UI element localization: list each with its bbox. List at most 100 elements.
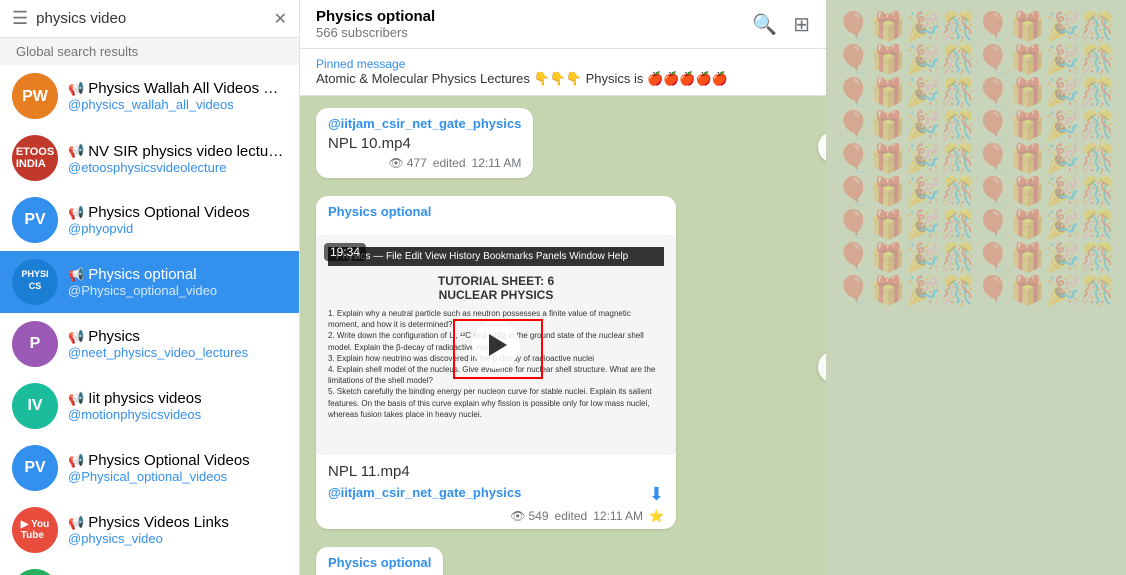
- message-wrapper-2: Physics optional Physics — File Edit Vie…: [316, 196, 810, 537]
- view-count-2: 549: [529, 509, 549, 523]
- message-filename-2: NPL 11.mp4: [328, 463, 664, 480]
- sidebar-item-physics-optional-videos-2[interactable]: PV 📢 Physics Optional Videos @Physical_o…: [0, 437, 299, 499]
- chat-name: Iit physics videos: [88, 390, 201, 407]
- svg-text:PW: PW: [22, 88, 49, 105]
- messages-area[interactable]: @iitjam_csir_net_gate_physics NPL 10.mp4…: [300, 96, 826, 575]
- search-input[interactable]: [36, 10, 265, 27]
- sidebar-item-physics[interactable]: P 📢 Physics @neet_physics_video_lectures: [0, 313, 299, 375]
- chat-name: Physics Videos Links: [88, 514, 229, 531]
- avatar: PW: [12, 73, 58, 119]
- message-views-1: 👁 477: [389, 156, 427, 170]
- message-meta-2: 👁 549 edited 12:11 AM ⭐: [328, 509, 664, 523]
- pinned-message-bar[interactable]: Pinned message Atomic & Molecular Physic…: [300, 49, 826, 96]
- avatar: PV: [12, 445, 58, 491]
- edited-label-1: edited: [433, 156, 466, 170]
- chat-username: @phyopvid: [68, 221, 287, 236]
- eye-icon: 👁: [389, 156, 404, 170]
- message-bubble-1: @iitjam_csir_net_gate_physics NPL 10.mp4…: [316, 108, 533, 178]
- edited-label-2: edited: [555, 509, 588, 523]
- chat-info: 📢 Physics Optional Videos @Physical_opti…: [68, 452, 287, 484]
- avatar: PHYSICS: [12, 259, 58, 305]
- svg-text:PHYSI: PHYSI: [21, 269, 48, 279]
- channel-msg-header-2: Physics optional: [316, 196, 676, 231]
- download-icon-2[interactable]: ⬇: [649, 484, 664, 505]
- video-thumbnail-2: Physics — File Edit View History Bookmar…: [316, 235, 676, 455]
- pinned-text: Atomic & Molecular Physics Lectures 👇👇👇 …: [316, 71, 810, 87]
- sidebar-item-physics-videos[interactable]: ⚛ 📢 Physics Videos 🎬 @physics_videos: [0, 561, 299, 575]
- sidebar: ☰ ✕ Global search results PW 📢 Physics W…: [0, 0, 300, 575]
- broadcast-icon: 📢: [68, 515, 84, 531]
- chat-header-subtitle: 566 subscribers: [316, 25, 752, 40]
- avatar: ETOOSINDIA: [12, 135, 58, 181]
- chat-info: 📢 Iit physics videos @motionphysicsvideo…: [68, 390, 287, 422]
- chat-info: 📢 Physics Videos Links @physics_video: [68, 514, 287, 546]
- clear-search-button[interactable]: ✕: [274, 9, 287, 29]
- right-panel: 🎈🎁🎉🎊🎈🎁🎉🎊🎈🎁🎉🎊🎈🎁🎉🎊🎈🎁🎉🎊🎈🎁🎉🎊🎈🎁🎉🎊🎈🎁🎉🎊🎈🎁🎉🎊🎈🎁🎉🎊…: [826, 0, 1126, 575]
- message-bubble-2: Physics optional Physics — File Edit Vie…: [316, 196, 676, 529]
- channel-msg-header-3: Physics optional: [316, 547, 443, 575]
- message-sender-1: @iitjam_csir_net_gate_physics: [328, 116, 521, 131]
- avatar: PV: [12, 197, 58, 243]
- play-button-2[interactable]: [472, 321, 520, 369]
- message-wrapper-1: @iitjam_csir_net_gate_physics NPL 10.mp4…: [316, 108, 810, 186]
- sidebar-item-physics-optional[interactable]: PHYSICS 📢 Physics optional @Physics_opti…: [0, 251, 299, 313]
- chat-name: Physics Optional Videos: [88, 204, 249, 221]
- gold-star-2: ⭐: [649, 509, 664, 523]
- chat-header-title: Physics optional: [316, 8, 752, 25]
- chat-name: Physics optional: [88, 266, 196, 283]
- search-bar: ☰ ✕: [0, 0, 299, 38]
- chat-username: @etoosphysicsvideolecture: [68, 160, 287, 175]
- pinned-label: Pinned message: [316, 57, 810, 71]
- broadcast-icon: 📢: [68, 205, 84, 221]
- forward-button-2[interactable]: ↪: [818, 351, 826, 383]
- eye-icon-2: 👁: [510, 509, 525, 523]
- view-count-1: 477: [407, 156, 427, 170]
- hamburger-icon[interactable]: ☰: [12, 8, 28, 29]
- sidebar-item-physics-optional-videos[interactable]: PV 📢 Physics Optional Videos @phyopvid: [0, 189, 299, 251]
- video-timestamp-2: 19:34: [324, 243, 366, 261]
- search-icon[interactable]: 🔍: [752, 12, 777, 37]
- chat-username: @Physics_optional_video: [68, 283, 287, 298]
- chat-name: Physics Optional Videos: [88, 452, 249, 469]
- main-chat: Physics optional 566 subscribers 🔍 ⊞ Pin…: [300, 0, 826, 575]
- chat-name: NV SIR physics video lectures NV 🎉: [88, 142, 287, 160]
- channel-name-2: Physics optional: [328, 204, 664, 219]
- channel-name-3: Physics optional: [328, 555, 431, 570]
- message-meta-1: 👁 477 edited 12:11 AM: [328, 156, 521, 170]
- sidebar-item-physics-wallah[interactable]: PW 📢 Physics Wallah All Videos Free @phy…: [0, 65, 299, 127]
- broadcast-icon: 📢: [68, 81, 84, 97]
- chat-username: @neet_physics_video_lectures: [68, 345, 287, 360]
- avatar: ⚛: [12, 569, 58, 575]
- broadcast-icon: 📢: [68, 391, 84, 407]
- chat-header: Physics optional 566 subscribers 🔍 ⊞: [300, 0, 826, 49]
- chat-username: @physics_video: [68, 531, 287, 546]
- chat-info: 📢 Physics Optional Videos @phyopvid: [68, 204, 287, 236]
- avatar: ▶ YouTube: [12, 507, 58, 553]
- avatar: IV: [12, 383, 58, 429]
- chat-header-actions: 🔍 ⊞: [752, 12, 810, 37]
- sidebar-item-physics-videos-links[interactable]: ▶ YouTube 📢 Physics Videos Links @physic…: [0, 499, 299, 561]
- chat-info: 📢 Physics @neet_physics_video_lectures: [68, 328, 287, 360]
- message-bottom-2: NPL 11.mp4 @iitjam_csir_net_gate_physics…: [316, 455, 676, 529]
- broadcast-icon: 📢: [68, 453, 84, 469]
- emoji-background: 🎈🎁🎉🎊🎈🎁🎉🎊🎈🎁🎉🎊🎈🎁🎉🎊🎈🎁🎉🎊🎈🎁🎉🎊🎈🎁🎉🎊🎈🎁🎉🎊🎈🎁🎉🎊🎈🎁🎉🎊…: [826, 0, 1126, 575]
- video-container-2: Physics — File Edit View History Bookmar…: [316, 235, 676, 455]
- sidebar-item-iit-physics[interactable]: IV 📢 Iit physics videos @motionphysicsvi…: [0, 375, 299, 437]
- doc-header: Physics — File Edit View History Bookmar…: [328, 247, 664, 266]
- chat-username: @motionphysicsvideos: [68, 407, 287, 422]
- doc-title: TUTORIAL SHEET: 6NUCLEAR PHYSICS: [328, 274, 664, 302]
- broadcast-icon: 📢: [68, 329, 84, 345]
- global-search-label: Global search results: [0, 38, 299, 65]
- message-time-2: 12:11 AM: [593, 509, 643, 523]
- columns-icon[interactable]: ⊞: [793, 12, 810, 37]
- forward-button-1[interactable]: ↪: [818, 131, 826, 163]
- message-wrapper-3: Physics optional ↓ 1:44:33 604.1 MB: [316, 547, 810, 575]
- avatar: P: [12, 321, 58, 367]
- message-time-1: 12:11 AM: [472, 156, 522, 170]
- chat-info: 📢 NV SIR physics video lectures NV 🎉 @et…: [68, 142, 287, 175]
- message-filename-1: NPL 10.mp4: [328, 135, 521, 152]
- message-views-2: 👁 549: [510, 509, 548, 523]
- broadcast-icon: 📢: [68, 143, 84, 159]
- broadcast-icon: 📢: [68, 267, 84, 283]
- sidebar-item-nv-sir[interactable]: ETOOSINDIA 📢 NV SIR physics video lectur…: [0, 127, 299, 189]
